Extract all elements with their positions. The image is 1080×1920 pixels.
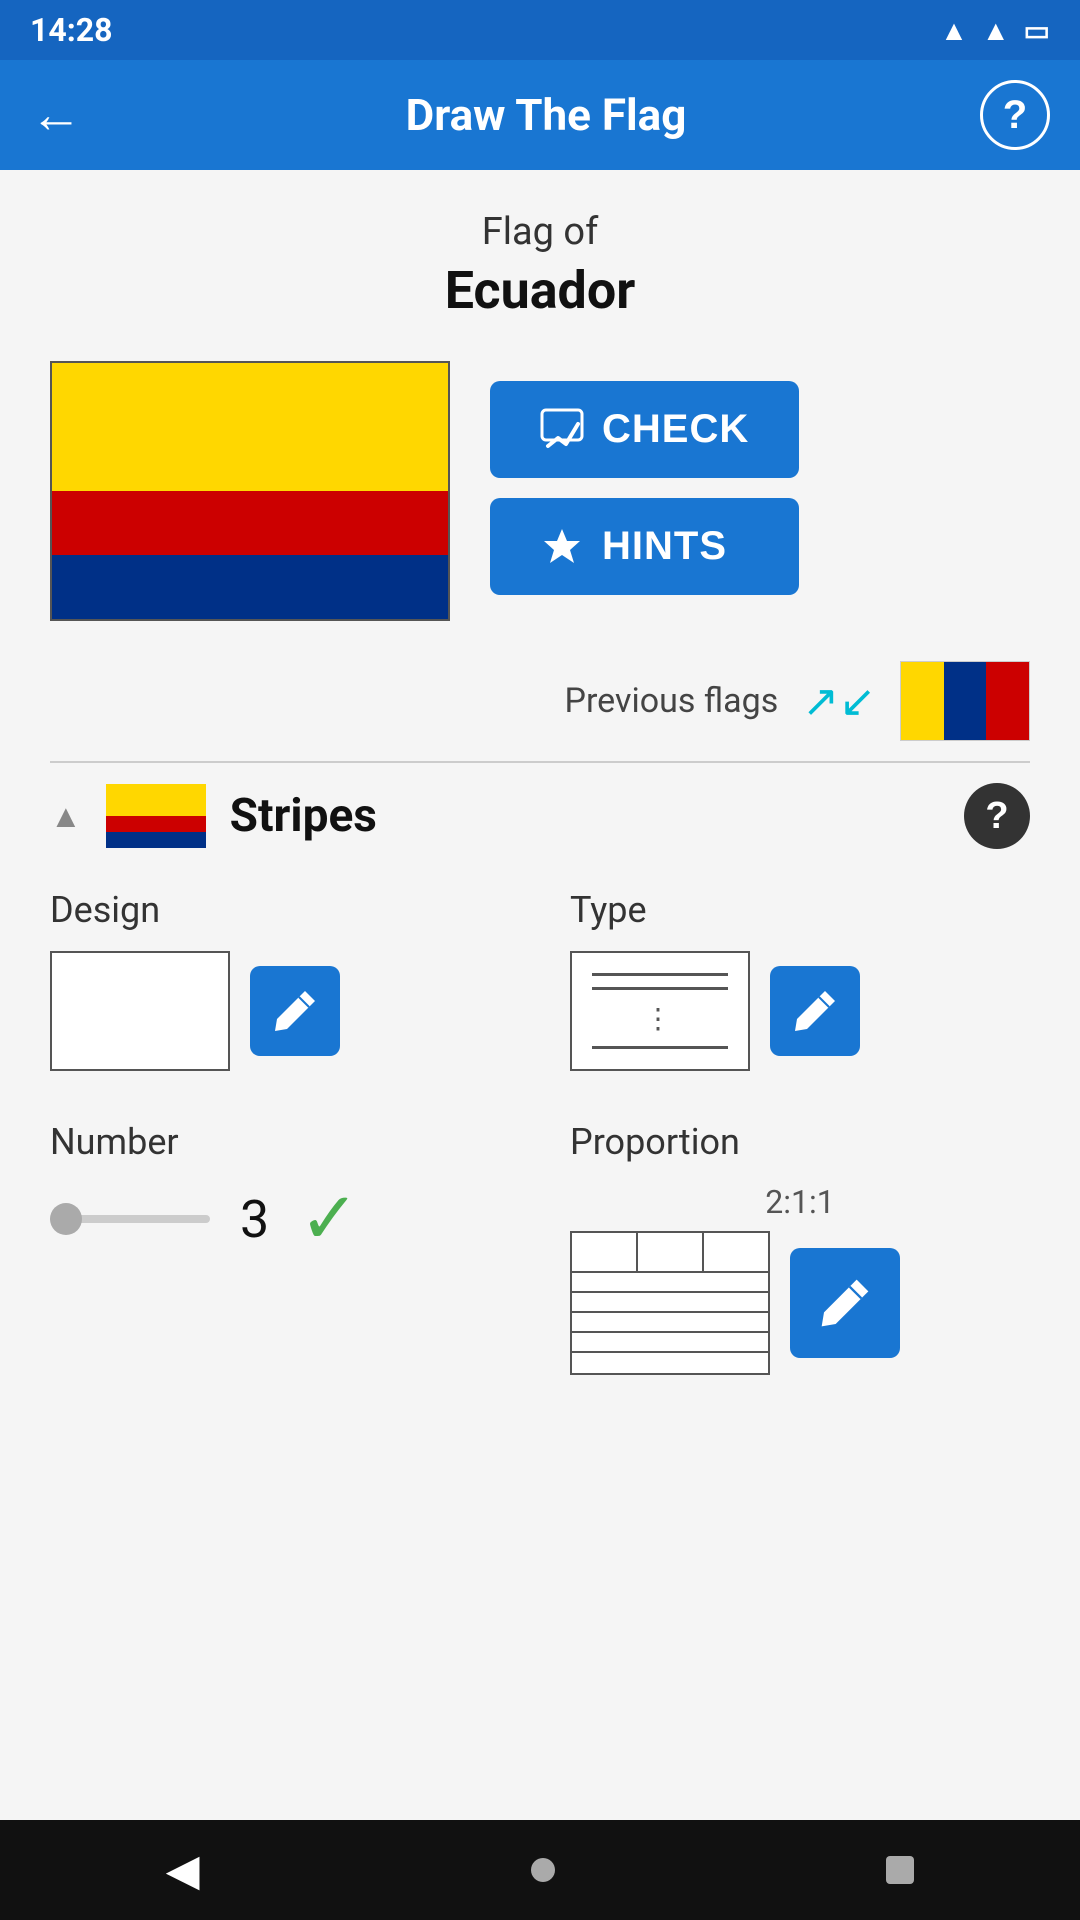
prop-row-2 — [572, 1273, 768, 1293]
battery-icon: ▭ — [1024, 14, 1050, 47]
proportion-label: Proportion — [570, 1121, 1030, 1163]
main-content: Flag of Ecuador CHECK HINTS — [0, 170, 1080, 1820]
stripes-mini-flag — [106, 784, 206, 848]
proportion-ratio: 2:1:1 — [570, 1183, 1030, 1221]
prop-row-5 — [572, 1333, 768, 1353]
type-inner: ⋮ — [570, 951, 1030, 1071]
check-icon — [540, 408, 584, 452]
action-buttons: CHECK HINTS — [490, 361, 799, 595]
number-column: Number 3 ✓ — [50, 1121, 510, 1375]
mini-flag-blue — [944, 662, 987, 740]
flag-stripe-yellow — [52, 363, 448, 491]
design-type-row: Design Type ⋮ — [50, 889, 1030, 1071]
design-edit-button[interactable] — [250, 966, 340, 1056]
bottom-navigation: ◀ — [0, 1820, 1080, 1920]
slider-thumb[interactable] — [50, 1203, 82, 1235]
prop-row-3 — [572, 1293, 768, 1313]
hints-button[interactable]: HINTS — [490, 498, 799, 595]
time-display: 14:28 — [30, 11, 112, 49]
proportion-inner — [570, 1231, 1030, 1375]
design-label: Design — [50, 889, 510, 931]
back-button[interactable]: ← — [30, 85, 82, 145]
country-name: Ecuador — [50, 260, 1030, 321]
type-dots: ⋮ — [592, 1002, 728, 1035]
expand-arrows-icon[interactable]: ↗↙ — [802, 675, 876, 727]
number-label: Number — [50, 1121, 510, 1163]
proportion-diagram — [570, 1231, 770, 1375]
stripes-header: ▲ Stripes ? — [50, 783, 1030, 849]
number-inner: 3 ✓ — [50, 1183, 510, 1255]
stripes-mini-blue — [106, 832, 206, 848]
previous-flag-thumbnail[interactable] — [900, 661, 1030, 741]
prop-row-4 — [572, 1313, 768, 1333]
pencil-icon — [271, 987, 319, 1035]
number-checkmark-icon: ✓ — [299, 1183, 359, 1255]
previous-flags-row: Previous flags ↗↙ — [50, 661, 1030, 741]
mini-flag-red — [986, 662, 1029, 740]
type-label: Type — [570, 889, 1030, 931]
design-column: Design — [50, 889, 510, 1071]
type-line-1 — [592, 973, 728, 976]
flag-header: Flag of Ecuador — [50, 210, 1030, 321]
stripes-mini-red — [106, 816, 206, 832]
nav-home-button[interactable] — [531, 1858, 555, 1882]
proportion-column: Proportion 2:1:1 — [570, 1121, 1030, 1375]
wifi-icon: ▲ — [940, 14, 968, 47]
prop-row-1 — [572, 1233, 768, 1273]
design-preview — [50, 951, 230, 1071]
app-bar: ← Draw The Flag ? — [0, 60, 1080, 170]
stripes-help-button[interactable]: ? — [964, 783, 1030, 849]
app-title: Draw The Flag — [112, 89, 980, 141]
number-proportion-row: Number 3 ✓ Proportion 2:1:1 — [50, 1121, 1030, 1375]
pencil-icon-3 — [817, 1275, 873, 1331]
stripes-title: Stripes — [230, 789, 940, 843]
type-line-2 — [592, 987, 728, 990]
pencil-icon-2 — [791, 987, 839, 1035]
flag-stripe-red — [52, 491, 448, 555]
type-column: Type ⋮ — [570, 889, 1030, 1071]
mini-flag-yellow — [901, 662, 944, 740]
design-inner — [50, 951, 510, 1071]
prop-row-6 — [572, 1353, 768, 1373]
hints-label: HINTS — [602, 524, 727, 569]
ecuador-flag — [50, 361, 450, 621]
star-icon — [540, 525, 584, 569]
help-button[interactable]: ? — [980, 80, 1050, 150]
type-edit-button[interactable] — [770, 966, 860, 1056]
collapse-icon[interactable]: ▲ — [50, 797, 82, 835]
flag-of-label: Flag of — [50, 210, 1030, 254]
status-icons: ▲ ▲ ▭ — [940, 14, 1050, 47]
type-preview: ⋮ — [570, 951, 750, 1071]
previous-flags-label: Previous flags — [565, 681, 779, 721]
stripes-mini-yellow — [106, 784, 206, 816]
status-bar: 14:28 ▲ ▲ ▭ — [0, 0, 1080, 60]
nav-back-button[interactable]: ◀ — [166, 1845, 200, 1896]
section-divider — [50, 761, 1030, 763]
flag-stripe-blue — [52, 555, 448, 619]
signal-icon: ▲ — [982, 14, 1010, 47]
number-slider[interactable] — [50, 1215, 210, 1223]
flag-buttons-row: CHECK HINTS — [50, 361, 1030, 621]
check-label: CHECK — [602, 407, 749, 452]
type-line-3 — [592, 1046, 728, 1049]
check-button[interactable]: CHECK — [490, 381, 799, 478]
stripes-section: ▲ Stripes ? Design — [50, 783, 1030, 1375]
nav-recents-button[interactable] — [886, 1856, 914, 1884]
proportion-edit-button[interactable] — [790, 1248, 900, 1358]
number-value: 3 — [240, 1189, 269, 1250]
